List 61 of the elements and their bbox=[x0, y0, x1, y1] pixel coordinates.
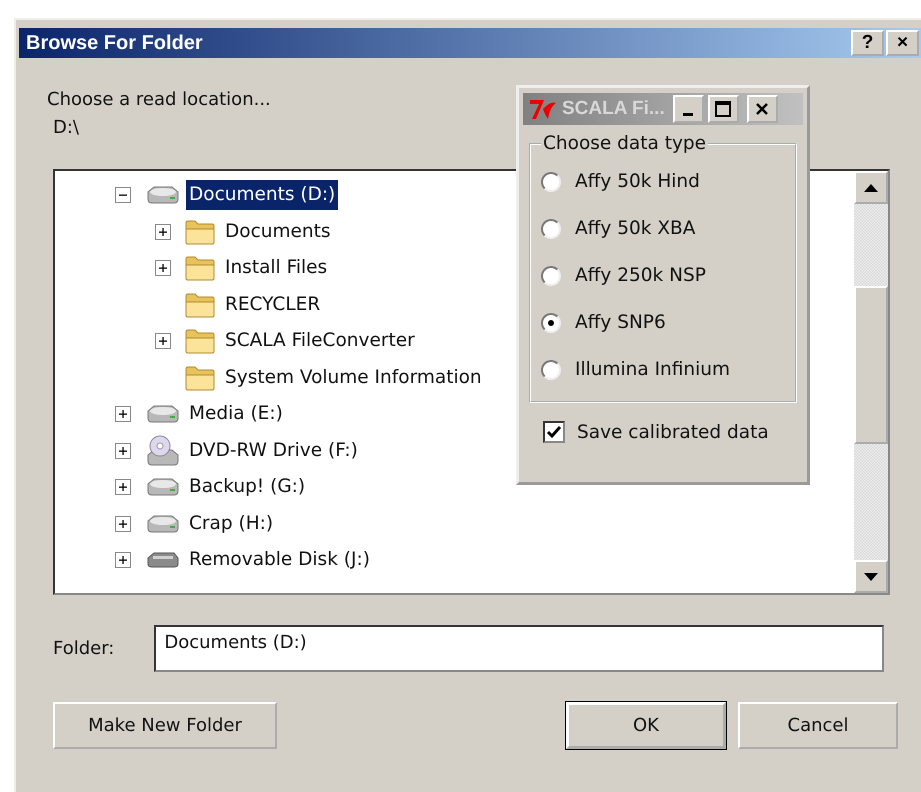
radio-button[interactable] bbox=[541, 312, 561, 332]
checkbox[interactable] bbox=[543, 421, 565, 443]
expand-icon[interactable] bbox=[155, 260, 171, 276]
expand-icon[interactable] bbox=[115, 479, 131, 496]
scrollbar[interactable] bbox=[854, 171, 888, 593]
dialog-button[interactable]: Cancel bbox=[738, 702, 898, 749]
expand-icon[interactable] bbox=[155, 224, 171, 240]
folder-icon bbox=[184, 292, 216, 318]
folder-icon bbox=[184, 328, 216, 354]
expand-icon[interactable] bbox=[115, 552, 131, 568]
tk-window-title: SCALA Fi... bbox=[562, 98, 665, 120]
feather-logo-icon bbox=[528, 97, 558, 121]
maximize-icon bbox=[715, 101, 732, 117]
expand-icon[interactable] bbox=[155, 333, 171, 350]
folder-icon bbox=[184, 255, 216, 282]
folder-icon bbox=[184, 364, 216, 391]
tree-item[interactable]: Backup! (G:) bbox=[186, 472, 308, 502]
folder-label: Folder: bbox=[53, 638, 114, 659]
radio-button[interactable] bbox=[541, 266, 561, 286]
tree-item[interactable]: SCALA FileConverter bbox=[222, 326, 418, 356]
scroll-down-button[interactable] bbox=[854, 560, 888, 593]
expand-icon[interactable] bbox=[115, 442, 131, 459]
scroll-up-button[interactable] bbox=[854, 171, 888, 204]
minimize-icon bbox=[683, 112, 694, 116]
close-button[interactable] bbox=[746, 95, 778, 123]
collapse-icon[interactable] bbox=[115, 187, 131, 204]
option-label: Affy 50k Hind bbox=[575, 171, 700, 192]
folder-field[interactable]: Documents (D:) bbox=[154, 625, 884, 672]
minimize-button[interactable] bbox=[672, 95, 704, 123]
dialog-button[interactable]: Make New Folder bbox=[53, 702, 277, 749]
tree-item[interactable]: Removable Disk (J:) bbox=[186, 545, 373, 576]
arrow-down-icon bbox=[864, 572, 878, 580]
expand-icon[interactable] bbox=[115, 516, 131, 532]
option-label: Affy 50k XBA bbox=[575, 218, 696, 239]
window-title: Browse For Folder bbox=[26, 32, 203, 54]
checkbox-label: Save calibrated data bbox=[577, 422, 769, 442]
group-label: Choose data type bbox=[542, 133, 708, 154]
tree-item[interactable]: DVD-RW Drive (F:) bbox=[186, 436, 361, 466]
arrow-up-icon bbox=[864, 184, 878, 192]
radio-button[interactable] bbox=[541, 172, 561, 192]
close-icon bbox=[755, 102, 770, 116]
help-button[interactable]: ? bbox=[851, 30, 884, 56]
tree-item[interactable]: Crap (H:) bbox=[186, 508, 276, 539]
option-label: Affy SNP6 bbox=[575, 312, 666, 333]
maximize-button[interactable] bbox=[708, 95, 739, 123]
expand-icon[interactable] bbox=[115, 406, 131, 422]
tree-item[interactable]: RECYCLER bbox=[222, 290, 324, 320]
close-button[interactable]: × bbox=[886, 30, 919, 56]
option-label: Illumina Infinium bbox=[575, 359, 730, 380]
option-label: Affy 250k NSP bbox=[575, 265, 706, 286]
path-text: D:\ bbox=[53, 116, 79, 140]
dialog-button[interactable]: OK bbox=[566, 702, 726, 749]
tree-item[interactable]: Install Files bbox=[222, 253, 330, 284]
tree-item[interactable]: Media (E:) bbox=[186, 399, 286, 430]
tree-item[interactable]: Documents (D:) bbox=[186, 180, 338, 210]
folder-icon bbox=[184, 218, 216, 245]
tree-item[interactable]: System Volume Information bbox=[222, 362, 485, 393]
radio-button[interactable] bbox=[541, 218, 561, 238]
tree-item[interactable]: Documents bbox=[222, 216, 334, 247]
prompt-text: Choose a read location... bbox=[47, 88, 271, 112]
radio-button[interactable] bbox=[541, 360, 561, 380]
